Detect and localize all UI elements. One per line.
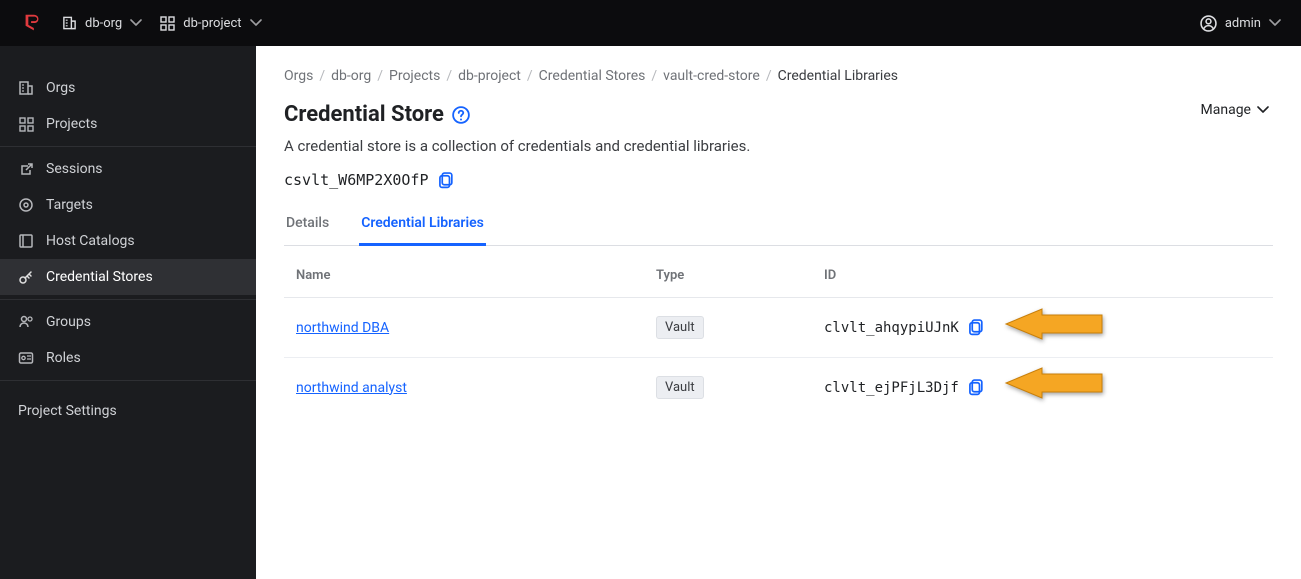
breadcrumb-item[interactable]: Orgs — [284, 68, 313, 84]
building-icon — [62, 15, 77, 31]
sidebar-item-credential-stores[interactable]: Credential Stores — [0, 259, 256, 295]
column-header-name: Name — [284, 252, 644, 298]
project-name: db-project — [183, 16, 241, 31]
type-badge: Vault — [656, 316, 704, 339]
column-header-id: ID — [812, 252, 1273, 298]
grid-icon — [18, 117, 34, 132]
page-subtitle: A credential store is a collection of cr… — [284, 137, 750, 155]
id-icon — [18, 350, 34, 366]
sidebar-item-sessions[interactable]: Sessions — [0, 151, 256, 187]
sidebar-item-label: Targets — [46, 197, 93, 213]
target-icon — [18, 197, 34, 213]
help-icon[interactable] — [452, 106, 470, 124]
main-content: Orgs/ db-org/ Projects/ db-project/ Cred… — [256, 46, 1301, 579]
building-icon — [18, 80, 34, 96]
manage-button[interactable]: Manage — [1201, 102, 1273, 118]
grid-icon — [160, 16, 175, 31]
page-title: Credential Store — [284, 102, 444, 127]
tab-credential-libraries[interactable]: Credential Libraries — [359, 205, 486, 246]
breadcrumb-item[interactable]: Credential Stores — [539, 68, 646, 84]
sidebar-item-label: Projects — [46, 116, 97, 132]
store-id: csvlt_W6MP2X0OfP — [284, 171, 429, 189]
copy-icon[interactable] — [969, 379, 984, 396]
sidebar-item-label: Project Settings — [18, 403, 117, 419]
sidebar-item-roles[interactable]: Roles — [0, 340, 256, 376]
table-row: northwind analyst Vault clvlt_ejPFjL3Djf — [284, 358, 1273, 418]
sidebar: Orgs Projects Sessions Targets Host Cata… — [0, 46, 256, 579]
chevron-down-icon — [250, 19, 262, 27]
breadcrumb-item[interactable]: Projects — [389, 68, 440, 84]
user-icon — [1200, 15, 1217, 32]
sidebar-item-projects[interactable]: Projects — [0, 106, 256, 142]
type-badge: Vault — [656, 376, 704, 399]
book-icon — [18, 233, 34, 249]
key-icon — [18, 269, 34, 285]
table-row: northwind DBA Vault clvlt_ahqypiUJnK — [284, 298, 1273, 358]
arrow-out-icon — [18, 162, 34, 177]
tab-details[interactable]: Details — [284, 205, 331, 245]
topbar: db-org db-project admin — [0, 0, 1301, 46]
breadcrumb: Orgs/ db-org/ Projects/ db-project/ Cred… — [284, 68, 1273, 84]
user-menu[interactable]: admin — [1200, 15, 1281, 32]
manage-label: Manage — [1201, 102, 1251, 118]
library-link[interactable]: northwind analyst — [296, 380, 407, 396]
user-name: admin — [1225, 16, 1261, 31]
sidebar-item-project-settings[interactable]: Project Settings — [0, 385, 256, 437]
breadcrumb-item: Credential Libraries — [778, 68, 898, 84]
sidebar-item-label: Sessions — [46, 161, 103, 177]
breadcrumb-item[interactable]: db-project — [458, 68, 521, 84]
sidebar-item-label: Roles — [46, 350, 81, 366]
column-header-type: Type — [644, 252, 812, 298]
library-id: clvlt_ejPFjL3Djf — [824, 380, 959, 396]
chevron-down-icon — [1269, 19, 1281, 27]
breadcrumb-item[interactable]: vault-cred-store — [663, 68, 760, 84]
project-switcher[interactable]: db-project — [160, 16, 261, 31]
copy-icon[interactable] — [969, 319, 984, 336]
sidebar-item-orgs[interactable]: Orgs — [0, 70, 256, 106]
logo[interactable] — [20, 11, 44, 35]
chevron-down-icon — [130, 19, 142, 27]
library-id: clvlt_ahqypiUJnK — [824, 320, 959, 336]
sidebar-item-host-catalogs[interactable]: Host Catalogs — [0, 223, 256, 259]
org-name: db-org — [85, 16, 122, 31]
breadcrumb-item[interactable]: db-org — [331, 68, 371, 84]
sidebar-item-label: Orgs — [46, 80, 75, 96]
credential-libraries-table: Name Type ID northwind DBA Vault clvlt_a… — [284, 252, 1273, 417]
copy-icon[interactable] — [439, 172, 454, 189]
sidebar-item-targets[interactable]: Targets — [0, 187, 256, 223]
sidebar-item-label: Host Catalogs — [46, 233, 135, 249]
org-switcher[interactable]: db-org — [62, 15, 142, 31]
sidebar-item-groups[interactable]: Groups — [0, 304, 256, 340]
tabs: Details Credential Libraries — [284, 205, 1273, 246]
users-icon — [18, 314, 34, 330]
chevron-down-icon — [1257, 106, 1269, 114]
sidebar-item-label: Credential Stores — [46, 269, 153, 285]
sidebar-item-label: Groups — [46, 314, 91, 330]
library-link[interactable]: northwind DBA — [296, 320, 389, 336]
